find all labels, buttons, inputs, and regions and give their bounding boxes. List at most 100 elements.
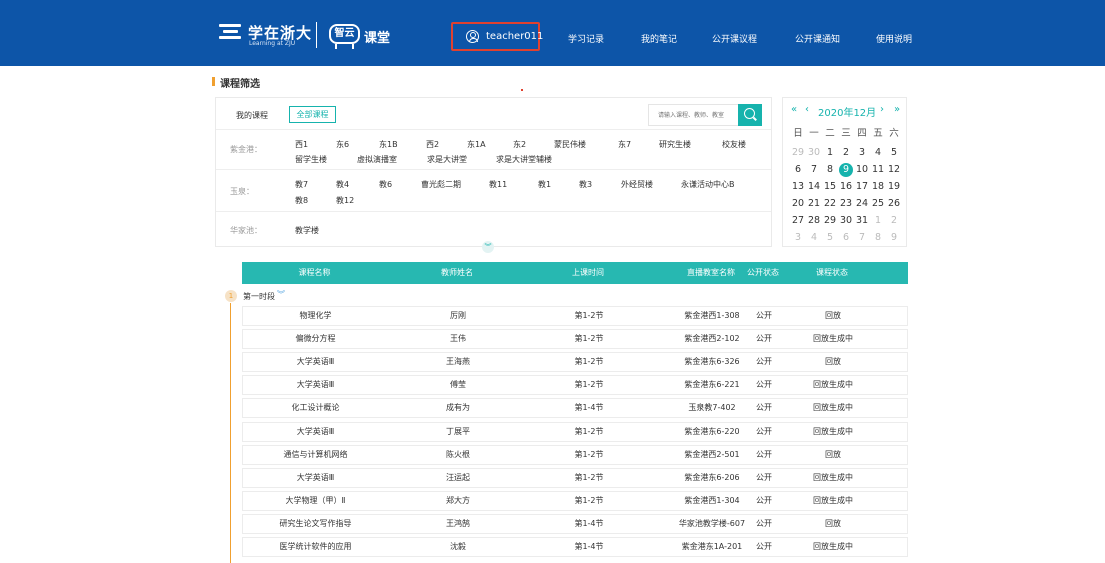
building-option[interactable]: 教6 [379,179,392,190]
my-courses-tab[interactable]: 我的课程 [236,110,268,121]
calendar-day[interactable]: 11 [871,163,885,177]
building-option[interactable]: 教11 [489,179,507,190]
calendar-day[interactable]: 2 [839,146,853,160]
table-row[interactable]: 大学英语Ⅲ 王海燕 第1-2节 紫金港东6-326 公开 回放 [242,352,908,373]
calendar-day[interactable]: 14 [807,180,821,194]
building-option[interactable]: 东2 [513,139,526,150]
calendar-day[interactable]: 27 [791,214,805,228]
calendar-day[interactable]: 29 [791,146,805,160]
building-option[interactable]: 求是大讲堂辅楼 [496,154,552,165]
table-row[interactable]: 研究生论文写作指导 王鸿鹄 第1-4节 华家池教学楼-607 公开 回放 [242,513,908,534]
table-row[interactable]: 物理化学 厉刚 第1-2节 紫金港西1-308 公开 回放 [242,306,908,326]
prev-year-icon[interactable]: « [791,104,797,115]
table-row[interactable]: 大学英语Ⅲ 傅莹 第1-2节 紫金港东6-221 公开 回放生成中 [242,375,908,396]
building-option[interactable]: 西2 [426,139,439,150]
nav-study-records[interactable]: 学习记录 [568,32,604,45]
building-option[interactable]: 东1B [379,139,398,150]
table-row[interactable]: 通信与计算机网络 陈火根 第1-2节 紫金港西2-501 公开 回放 [242,444,908,465]
calendar-day[interactable]: 1 [823,146,837,160]
chevron-down-icon[interactable]: ︾ [277,289,285,300]
calendar-day[interactable]: 25 [871,197,885,211]
prev-month-icon[interactable]: ‹ [805,104,809,115]
calendar-day[interactable]: 17 [855,180,869,194]
calendar-day[interactable]: 10 [855,163,869,177]
calendar-day[interactable]: 31 [855,214,869,228]
building-option[interactable]: 教7 [295,179,308,190]
nav-user-guide[interactable]: 使用说明 [876,32,912,45]
building-option[interactable]: 东7 [618,139,631,150]
calendar-day[interactable]: 21 [807,197,821,211]
building-option[interactable]: 教学楼 [295,225,319,236]
calendar-day[interactable]: 18 [871,180,885,194]
calendar-day[interactable]: 30 [807,146,821,160]
building-option[interactable]: 教8 [295,195,308,206]
table-row[interactable]: 大学物理（甲）Ⅱ 郑大方 第1-2节 紫金港西1-304 公开 回放生成中 [242,490,908,511]
calendar-day[interactable]: 4 [871,146,885,160]
calendar-day[interactable]: 28 [807,214,821,228]
building-option[interactable]: 教3 [579,179,592,190]
calendar-day[interactable]: 26 [887,197,901,211]
calendar-day[interactable]: 4 [807,231,821,245]
calendar-day[interactable]: 23 [839,197,853,211]
calendar-day[interactable]: 19 [887,180,901,194]
next-month-icon[interactable]: › [880,104,884,115]
building-option[interactable]: 蒙民伟楼 [554,139,586,150]
all-courses-button[interactable]: 全部课程 [289,106,336,123]
building-option[interactable]: 虚拟演播室 [357,154,397,165]
building-option[interactable]: 东1A [467,139,486,150]
calendar-day[interactable]: 1 [871,214,885,228]
calendar-day[interactable]: 9 [887,231,901,245]
calendar-day[interactable]: 2 [887,214,901,228]
building-option[interactable]: 求是大讲堂 [427,154,467,165]
calendar-day[interactable]: 5 [887,146,901,160]
table-row[interactable]: 大学英语Ⅲ 丁展平 第1-2节 紫金港东6-220 公开 回放生成中 [242,421,908,442]
building-option[interactable]: 校友楼 [722,139,746,150]
calendar-day[interactable]: 8 [823,163,837,177]
user-account-button[interactable]: teacher011 [451,22,543,51]
building-option[interactable]: 教12 [336,195,354,206]
calendar-day[interactable]: 24 [855,197,869,211]
calendar-day[interactable]: 3 [791,231,805,245]
calendar-day[interactable]: 3 [855,146,869,160]
calendar-day-selected[interactable]: 9 [839,163,853,177]
calendar-day[interactable]: 6 [839,231,853,245]
building-option[interactable]: 西1 [295,139,308,150]
calendar-day[interactable]: 16 [839,180,853,194]
calendar-day[interactable]: 5 [823,231,837,245]
teacher-name: 厉刚 [450,311,466,320]
next-year-icon[interactable]: » [894,104,900,115]
calendar-day[interactable]: 29 [823,214,837,228]
calendar-day[interactable]: 30 [839,214,853,228]
table-row[interactable]: 偏微分方程 王伟 第1-2节 紫金港西2-102 公开 回放生成中 [242,329,908,350]
class-time: 第1-2节 [574,495,604,505]
period-label[interactable]: 第一时段 [243,291,275,302]
calendar-day[interactable]: 13 [791,180,805,194]
building-option[interactable]: 研究生楼 [659,139,691,150]
nav-open-course-agenda[interactable]: 公开课议程 [712,32,757,45]
building-option[interactable]: 教1 [538,179,551,190]
building-option[interactable]: 永谦活动中心B [681,179,735,190]
calendar-day[interactable]: 8 [871,231,885,245]
calendar-day[interactable]: 12 [887,163,901,177]
building-option[interactable]: 曹光彪二期 [421,179,461,190]
building-option[interactable]: 外经贸楼 [621,179,653,190]
nav-my-notes[interactable]: 我的笔记 [641,32,677,45]
table-row[interactable]: 化工设计概论 成有为 第1-4节 玉泉教7-402 公开 回放生成中 [242,398,908,419]
calendar-day[interactable]: 20 [791,197,805,211]
table-row[interactable]: 医学统计软件的应用 沈毅 第1-4节 紫金港东1A-201 公开 回放生成中 [242,537,908,557]
search-icon[interactable] [738,104,762,126]
expand-chevron-icon[interactable]: ︾ [482,241,494,253]
calendar-day[interactable]: 7 [807,163,821,177]
search-input[interactable] [648,104,740,126]
weekday-label: 五 [873,128,883,139]
class-time: 第1-4节 [574,542,604,551]
nav-open-course-notice[interactable]: 公开课通知 [795,32,840,45]
building-option[interactable]: 教4 [336,179,349,190]
calendar-day[interactable]: 22 [823,197,837,211]
table-row[interactable]: 大学英语Ⅲ 汪运起 第1-2节 紫金港东6-206 公开 回放生成中 [242,467,908,488]
calendar-day[interactable]: 7 [855,231,869,245]
building-option[interactable]: 东6 [336,139,349,150]
building-option[interactable]: 留学生楼 [295,154,327,165]
calendar-day[interactable]: 6 [791,163,805,177]
calendar-day[interactable]: 15 [823,180,837,194]
